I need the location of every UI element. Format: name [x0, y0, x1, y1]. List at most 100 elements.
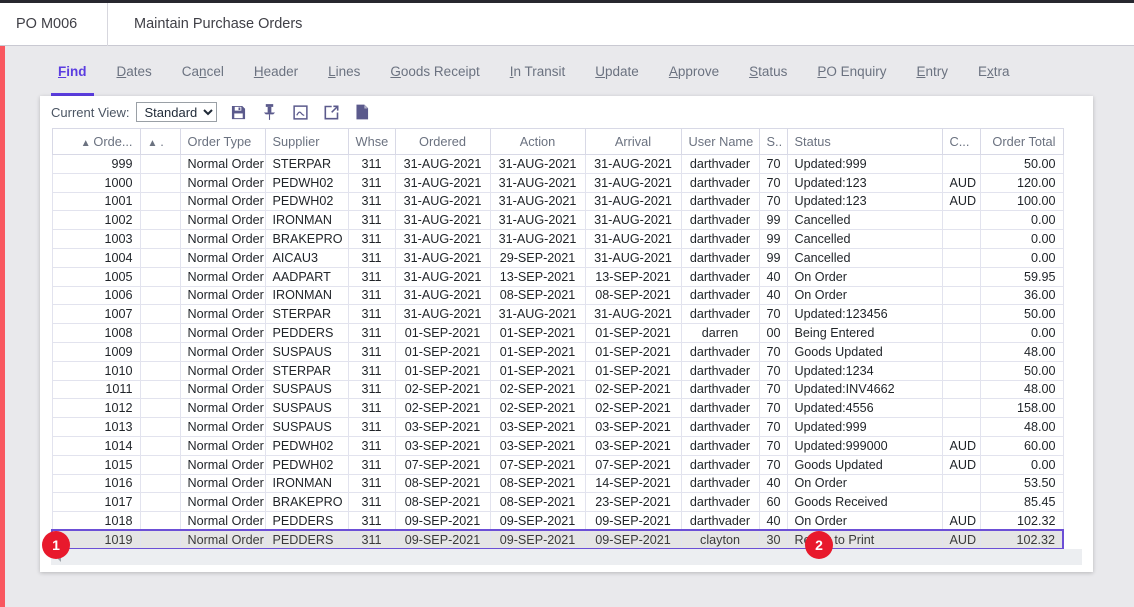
- cell-order[interactable]: 1017: [51, 492, 141, 513]
- cell-c[interactable]: [941, 398, 981, 419]
- cell-status[interactable]: Goods Updated: [786, 455, 943, 475]
- cell-status[interactable]: Updated:123: [786, 173, 943, 193]
- cell-action[interactable]: 01-SEP-2021: [489, 342, 586, 362]
- cell-sort2[interactable]: [139, 417, 181, 437]
- cell-action[interactable]: 31-AUG-2021: [489, 229, 586, 249]
- cell-type[interactable]: Normal Order: [179, 436, 266, 456]
- cell-ordered[interactable]: 31-AUG-2021: [394, 192, 491, 212]
- cell-user[interactable]: darthvader: [680, 342, 760, 362]
- pin-icon[interactable]: [262, 104, 278, 121]
- cell-order[interactable]: 1008: [51, 323, 141, 343]
- grid-header-action[interactable]: Action: [489, 128, 586, 155]
- cell-c[interactable]: [941, 361, 981, 381]
- cell-status[interactable]: On Order: [786, 474, 943, 494]
- table-row[interactable]: 1006 Normal Order IRONMAN 311 31-AUG-2021 08-…: [51, 286, 1064, 306]
- cell-whse[interactable]: 311: [347, 511, 396, 531]
- cell-type[interactable]: Normal Order: [179, 192, 266, 212]
- cell-status[interactable]: Updated:999000: [786, 436, 943, 456]
- current-view-select[interactable]: Standard: [135, 102, 217, 122]
- cell-user[interactable]: darthvader: [680, 380, 760, 400]
- tab-lines[interactable]: Lines: [313, 46, 375, 96]
- cell-status[interactable]: On Order: [786, 267, 943, 287]
- cell-action[interactable]: 03-SEP-2021: [489, 436, 586, 456]
- cell-type[interactable]: Normal Order: [179, 267, 266, 287]
- tab-in-transit[interactable]: In Transit: [495, 46, 581, 96]
- cell-whse[interactable]: 311: [347, 248, 396, 268]
- cell-action[interactable]: 01-SEP-2021: [489, 323, 586, 343]
- cell-total[interactable]: 0.00: [979, 248, 1064, 268]
- cell-arrival[interactable]: 13-SEP-2021: [584, 267, 682, 287]
- table-row[interactable]: 1017 Normal Order BRAKEPRO 311 08-SEP-2021 08…: [51, 492, 1064, 513]
- grid-header-status[interactable]: Status: [786, 128, 943, 155]
- cell-sort2[interactable]: [139, 342, 181, 362]
- cell-s[interactable]: 70: [758, 417, 788, 437]
- cell-ordered[interactable]: 02-SEP-2021: [394, 380, 491, 400]
- grid-header-c[interactable]: C...: [941, 128, 981, 155]
- cell-whse[interactable]: 311: [347, 361, 396, 381]
- cell-ordered[interactable]: 09-SEP-2021: [394, 511, 491, 531]
- cell-c[interactable]: [941, 304, 981, 325]
- cell-order[interactable]: 999: [51, 154, 141, 174]
- tab-extra[interactable]: Ex tra: [963, 46, 1025, 96]
- cell-s[interactable]: 40: [758, 474, 788, 494]
- cell-ordered[interactable]: 31-AUG-2021: [394, 304, 491, 325]
- cell-action[interactable]: 02-SEP-2021: [489, 398, 586, 419]
- cell-arrival[interactable]: 01-SEP-2021: [584, 342, 682, 362]
- cell-type[interactable]: Normal Order: [179, 455, 266, 475]
- cell-supplier[interactable]: BRAKEPRO: [264, 229, 349, 249]
- cell-sort2[interactable]: [139, 173, 181, 193]
- cell-whse[interactable]: 311: [347, 492, 396, 513]
- tab-header[interactable]: Header: [239, 46, 313, 96]
- cell-arrival[interactable]: 31-AUG-2021: [584, 229, 682, 249]
- cell-s[interactable]: 40: [758, 511, 788, 531]
- cell-s[interactable]: 60: [758, 492, 788, 513]
- cell-whse[interactable]: 311: [347, 154, 396, 174]
- cell-arrival[interactable]: 31-AUG-2021: [584, 154, 682, 174]
- cell-arrival[interactable]: 02-SEP-2021: [584, 398, 682, 419]
- cell-arrival[interactable]: 31-AUG-2021: [584, 248, 682, 268]
- cell-arrival[interactable]: 31-AUG-2021: [584, 304, 682, 325]
- cell-supplier[interactable]: SUSPAUS: [264, 417, 349, 437]
- table-row[interactable]: 1008 Normal Order PEDDERS 311 01-SEP-2021 01-…: [51, 323, 1064, 343]
- cell-c[interactable]: [941, 380, 981, 400]
- save-icon[interactable]: [231, 104, 247, 121]
- cell-c[interactable]: AUD: [941, 436, 981, 456]
- table-row[interactable]: 1002 Normal Order IRONMAN 311 31-AUG-2021 31-…: [51, 210, 1064, 231]
- cell-status[interactable]: Updated:999: [786, 417, 943, 437]
- cell-ordered[interactable]: 08-SEP-2021: [394, 474, 491, 494]
- cell-c[interactable]: [941, 154, 981, 174]
- cell-action[interactable]: 07-SEP-2021: [489, 455, 586, 475]
- cell-s[interactable]: 70: [758, 342, 788, 362]
- cell-order[interactable]: 1000: [51, 173, 141, 193]
- cell-c[interactable]: [941, 474, 981, 494]
- cell-sort2[interactable]: [139, 323, 181, 343]
- cell-sort2[interactable]: [139, 529, 181, 551]
- cell-user[interactable]: darthvader: [680, 436, 760, 456]
- cell-sort2[interactable]: [139, 286, 181, 306]
- cell-status[interactable]: Goods Updated: [786, 342, 943, 362]
- cell-whse[interactable]: 311: [347, 342, 396, 362]
- cell-supplier[interactable]: PEDDERS: [264, 511, 349, 531]
- cell-type[interactable]: Normal Order: [179, 474, 266, 494]
- cell-ordered[interactable]: 31-AUG-2021: [394, 229, 491, 249]
- grid-header-user[interactable]: User Name: [680, 128, 760, 155]
- cell-status[interactable]: Updated:1234: [786, 361, 943, 381]
- cell-user[interactable]: darthvader: [680, 398, 760, 419]
- cell-user[interactable]: darthvader: [680, 286, 760, 306]
- cell-action[interactable]: 03-SEP-2021: [489, 417, 586, 437]
- tab-cancel[interactable]: Ca n cel: [167, 46, 239, 96]
- cell-order[interactable]: 1013: [51, 417, 141, 437]
- cell-order[interactable]: 1006: [51, 286, 141, 306]
- cell-sort2[interactable]: [139, 455, 181, 475]
- cell-arrival[interactable]: 03-SEP-2021: [584, 417, 682, 437]
- cell-user[interactable]: darthvader: [680, 173, 760, 193]
- cell-s[interactable]: 40: [758, 286, 788, 306]
- cell-total[interactable]: 0.00: [979, 229, 1064, 249]
- cell-c[interactable]: [941, 229, 981, 249]
- cell-total[interactable]: 48.00: [979, 380, 1064, 400]
- cell-action[interactable]: 09-SEP-2021: [489, 511, 586, 531]
- new-document-icon[interactable]: [355, 104, 371, 121]
- cell-whse[interactable]: 311: [347, 286, 396, 306]
- table-row[interactable]: 1005 Normal Order AADPART 311 31-AUG-2021 13-…: [51, 267, 1064, 287]
- cell-user[interactable]: darthvader: [680, 154, 760, 174]
